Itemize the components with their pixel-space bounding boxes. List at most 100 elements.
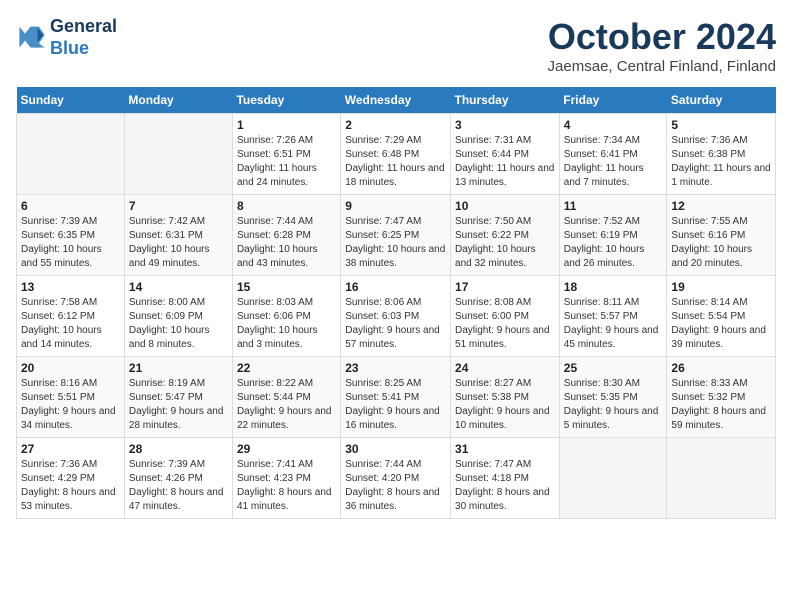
- title-area: October 2024 Jaemsae, Central Finland, F…: [548, 16, 776, 75]
- day-info: Sunrise: 7:47 AM Sunset: 6:25 PM Dayligh…: [345, 215, 446, 271]
- calendar-cell: 23Sunrise: 8:25 AM Sunset: 5:41 PM Dayli…: [341, 357, 451, 438]
- day-info: Sunrise: 8:00 AM Sunset: 6:09 PM Dayligh…: [129, 296, 228, 352]
- day-number: 24: [455, 361, 555, 375]
- calendar-cell: 13 Sunrise: 7:58 AM Sunset: 6:12 PM Dayli…: [17, 276, 125, 357]
- month-title: October 2024: [548, 16, 776, 58]
- location-title: Jaemsae, Central Finland, Finland: [548, 58, 776, 75]
- calendar-cell: 5Sunrise: 7:36 AM Sunset: 6:38 PM Daylig…: [667, 114, 776, 195]
- calendar-cell: [667, 438, 776, 519]
- day-number: 19: [671, 280, 771, 294]
- day-number: 8: [237, 199, 336, 213]
- calendar-cell: [559, 438, 667, 519]
- calendar-cell: 16 Sunrise: 8:06 AM Sunset: 6:03 PM Dayli…: [341, 276, 451, 357]
- day-info: Sunrise: 7:50 AM Sunset: 6:22 PM Dayligh…: [455, 215, 555, 271]
- day-info: Sunrise: 8:06 AM Sunset: 6:03 PM Dayligh…: [345, 296, 446, 352]
- calendar-week-row: 6Sunrise: 7:39 AM Sunset: 6:35 PM Daylig…: [17, 195, 776, 276]
- page-header: General Blue October 2024 Jaemsae, Centr…: [16, 16, 776, 75]
- calendar-cell: 6Sunrise: 7:39 AM Sunset: 6:35 PM Daylig…: [17, 195, 125, 276]
- day-number: 16: [345, 280, 446, 294]
- day-info: Sunrise: 7:39 AM Sunset: 6:35 PM Dayligh…: [21, 215, 120, 271]
- calendar-cell: 21 Sunrise: 8:19 AM Sunset: 5:47 PM Dayli…: [124, 357, 232, 438]
- calendar-body: 1 Sunrise: 7:26 AM Sunset: 6:51 PM Daylig…: [17, 114, 776, 519]
- calendar-cell: 15Sunrise: 8:03 AM Sunset: 6:06 PM Dayli…: [232, 276, 340, 357]
- day-number: 3: [455, 118, 555, 132]
- day-info: Sunrise: 7:41 AM Sunset: 4:23 PM Dayligh…: [237, 458, 336, 514]
- day-number: 30: [345, 442, 446, 456]
- calendar-cell: 9Sunrise: 7:47 AM Sunset: 6:25 PM Daylig…: [341, 195, 451, 276]
- weekday-header-cell: Monday: [124, 87, 232, 114]
- calendar-cell: 8 Sunrise: 7:44 AM Sunset: 6:28 PM Daylig…: [232, 195, 340, 276]
- day-info: Sunrise: 8:30 AM Sunset: 5:35 PM Dayligh…: [564, 377, 663, 433]
- day-info: Sunrise: 7:47 AM Sunset: 4:18 PM Dayligh…: [455, 458, 555, 514]
- weekday-header-row: SundayMondayTuesdayWednesdayThursdayFrid…: [17, 87, 776, 114]
- day-number: 12: [671, 199, 771, 213]
- day-number: 5: [671, 118, 771, 132]
- weekday-header-cell: Sunday: [17, 87, 125, 114]
- calendar-cell: 25Sunrise: 8:30 AM Sunset: 5:35 PM Dayli…: [559, 357, 667, 438]
- day-number: 17: [455, 280, 555, 294]
- day-number: 13: [21, 280, 120, 294]
- day-info: Sunrise: 7:26 AM Sunset: 6:51 PM Dayligh…: [237, 134, 336, 190]
- day-number: 20: [21, 361, 120, 375]
- calendar-cell: 24 Sunrise: 8:27 AM Sunset: 5:38 PM Dayli…: [451, 357, 560, 438]
- calendar-week-row: 1 Sunrise: 7:26 AM Sunset: 6:51 PM Daylig…: [17, 114, 776, 195]
- calendar-week-row: 20 Sunrise: 8:16 AM Sunset: 5:51 PM Dayli…: [17, 357, 776, 438]
- calendar-cell: 31 Sunrise: 7:47 AM Sunset: 4:18 PM Dayli…: [451, 438, 560, 519]
- calendar-cell: [124, 114, 232, 195]
- calendar-cell: 19 Sunrise: 8:14 AM Sunset: 5:54 PM Dayli…: [667, 276, 776, 357]
- day-number: 7: [129, 199, 228, 213]
- calendar-cell: 2Sunrise: 7:29 AM Sunset: 6:48 PM Daylig…: [341, 114, 451, 195]
- day-info: Sunrise: 7:52 AM Sunset: 6:19 PM Dayligh…: [564, 215, 663, 271]
- day-info: Sunrise: 7:44 AM Sunset: 6:28 PM Dayligh…: [237, 215, 336, 271]
- calendar-cell: 29Sunrise: 7:41 AM Sunset: 4:23 PM Dayli…: [232, 438, 340, 519]
- calendar-cell: 26Sunrise: 8:33 AM Sunset: 5:32 PM Dayli…: [667, 357, 776, 438]
- day-number: 27: [21, 442, 120, 456]
- day-info: Sunrise: 8:22 AM Sunset: 5:44 PM Dayligh…: [237, 377, 336, 433]
- calendar-cell: 28Sunrise: 7:39 AM Sunset: 4:26 PM Dayli…: [124, 438, 232, 519]
- day-info: Sunrise: 7:58 AM Sunset: 6:12 PM Dayligh…: [21, 296, 120, 352]
- day-number: 21: [129, 361, 228, 375]
- weekday-header-cell: Saturday: [667, 87, 776, 114]
- day-number: 31: [455, 442, 555, 456]
- calendar-cell: 20 Sunrise: 8:16 AM Sunset: 5:51 PM Dayli…: [17, 357, 125, 438]
- calendar-week-row: 27 Sunrise: 7:36 AM Sunset: 4:29 PM Dayli…: [17, 438, 776, 519]
- day-number: 22: [237, 361, 336, 375]
- calendar-table: SundayMondayTuesdayWednesdayThursdayFrid…: [16, 87, 776, 519]
- day-info: Sunrise: 8:11 AM Sunset: 5:57 PM Dayligh…: [564, 296, 663, 352]
- calendar-cell: 22 Sunrise: 8:22 AM Sunset: 5:44 PM Dayli…: [232, 357, 340, 438]
- calendar-cell: 27 Sunrise: 7:36 AM Sunset: 4:29 PM Dayli…: [17, 438, 125, 519]
- calendar-cell: 14 Sunrise: 8:00 AM Sunset: 6:09 PM Dayli…: [124, 276, 232, 357]
- calendar-cell: 12 Sunrise: 7:55 AM Sunset: 6:16 PM Dayli…: [667, 195, 776, 276]
- logo: General Blue: [16, 16, 117, 59]
- calendar-cell: 18 Sunrise: 8:11 AM Sunset: 5:57 PM Dayli…: [559, 276, 667, 357]
- calendar-week-row: 13 Sunrise: 7:58 AM Sunset: 6:12 PM Dayli…: [17, 276, 776, 357]
- calendar-cell: 7 Sunrise: 7:42 AM Sunset: 6:31 PM Daylig…: [124, 195, 232, 276]
- day-info: Sunrise: 8:19 AM Sunset: 5:47 PM Dayligh…: [129, 377, 228, 433]
- day-number: 15: [237, 280, 336, 294]
- weekday-header-cell: Thursday: [451, 87, 560, 114]
- day-number: 14: [129, 280, 228, 294]
- calendar-cell: 1 Sunrise: 7:26 AM Sunset: 6:51 PM Daylig…: [232, 114, 340, 195]
- calendar-cell: 17 Sunrise: 8:08 AM Sunset: 6:00 PM Dayli…: [451, 276, 560, 357]
- day-info: Sunrise: 8:25 AM Sunset: 5:41 PM Dayligh…: [345, 377, 446, 433]
- logo-line1: General: [50, 16, 117, 38]
- calendar-cell: 30Sunrise: 7:44 AM Sunset: 4:20 PM Dayli…: [341, 438, 451, 519]
- calendar-cell: 10Sunrise: 7:50 AM Sunset: 6:22 PM Dayli…: [451, 195, 560, 276]
- day-info: Sunrise: 8:08 AM Sunset: 6:00 PM Dayligh…: [455, 296, 555, 352]
- day-info: Sunrise: 7:31 AM Sunset: 6:44 PM Dayligh…: [455, 134, 555, 190]
- calendar-cell: [17, 114, 125, 195]
- day-info: Sunrise: 7:29 AM Sunset: 6:48 PM Dayligh…: [345, 134, 446, 190]
- day-info: Sunrise: 7:36 AM Sunset: 4:29 PM Dayligh…: [21, 458, 120, 514]
- day-info: Sunrise: 8:16 AM Sunset: 5:51 PM Dayligh…: [21, 377, 120, 433]
- weekday-header-cell: Wednesday: [341, 87, 451, 114]
- day-number: 4: [564, 118, 663, 132]
- logo-line2: Blue: [50, 38, 117, 60]
- day-number: 18: [564, 280, 663, 294]
- day-info: Sunrise: 7:42 AM Sunset: 6:31 PM Dayligh…: [129, 215, 228, 271]
- calendar-cell: 3 Sunrise: 7:31 AM Sunset: 6:44 PM Daylig…: [451, 114, 560, 195]
- day-info: Sunrise: 8:27 AM Sunset: 5:38 PM Dayligh…: [455, 377, 555, 433]
- day-number: 1: [237, 118, 336, 132]
- day-info: Sunrise: 8:14 AM Sunset: 5:54 PM Dayligh…: [671, 296, 771, 352]
- weekday-header-cell: Tuesday: [232, 87, 340, 114]
- day-info: Sunrise: 7:55 AM Sunset: 6:16 PM Dayligh…: [671, 215, 771, 271]
